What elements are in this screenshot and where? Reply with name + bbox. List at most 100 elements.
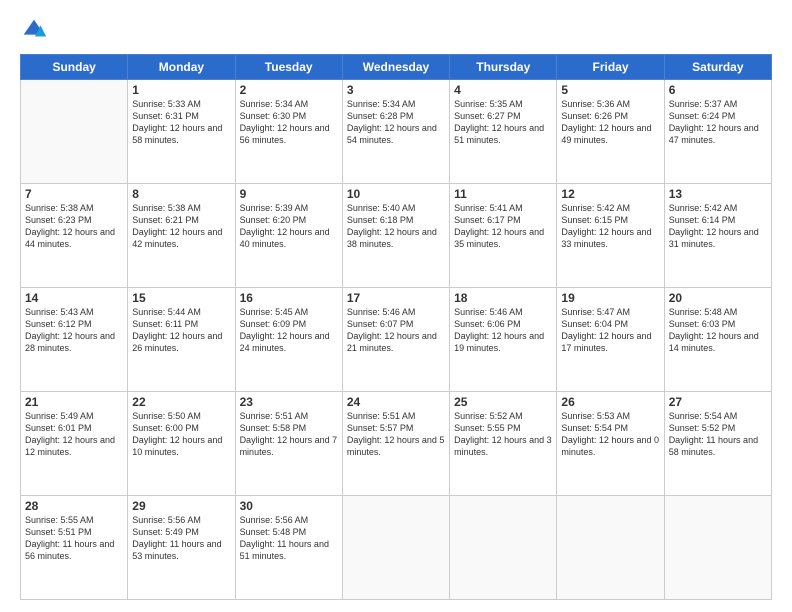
day-cell: 13Sunrise: 5:42 AMSunset: 6:14 PMDayligh… bbox=[664, 184, 771, 288]
day-info: Sunrise: 5:54 AMSunset: 5:52 PMDaylight:… bbox=[669, 410, 767, 459]
day-info: Sunrise: 5:44 AMSunset: 6:11 PMDaylight:… bbox=[132, 306, 230, 355]
day-info: Sunrise: 5:47 AMSunset: 6:04 PMDaylight:… bbox=[561, 306, 659, 355]
day-cell: 29Sunrise: 5:56 AMSunset: 5:49 PMDayligh… bbox=[128, 496, 235, 600]
week-row-4: 21Sunrise: 5:49 AMSunset: 6:01 PMDayligh… bbox=[21, 392, 772, 496]
day-info: Sunrise: 5:36 AMSunset: 6:26 PMDaylight:… bbox=[561, 98, 659, 147]
day-number: 13 bbox=[669, 187, 767, 201]
day-cell bbox=[664, 496, 771, 600]
day-info: Sunrise: 5:46 AMSunset: 6:07 PMDaylight:… bbox=[347, 306, 445, 355]
day-cell bbox=[21, 80, 128, 184]
day-number: 15 bbox=[132, 291, 230, 305]
day-info: Sunrise: 5:39 AMSunset: 6:20 PMDaylight:… bbox=[240, 202, 338, 251]
week-row-1: 1Sunrise: 5:33 AMSunset: 6:31 PMDaylight… bbox=[21, 80, 772, 184]
day-info: Sunrise: 5:37 AMSunset: 6:24 PMDaylight:… bbox=[669, 98, 767, 147]
day-number: 1 bbox=[132, 83, 230, 97]
day-info: Sunrise: 5:41 AMSunset: 6:17 PMDaylight:… bbox=[454, 202, 552, 251]
page: SundayMondayTuesdayWednesdayThursdayFrid… bbox=[0, 0, 792, 612]
day-number: 5 bbox=[561, 83, 659, 97]
day-info: Sunrise: 5:40 AMSunset: 6:18 PMDaylight:… bbox=[347, 202, 445, 251]
day-cell: 22Sunrise: 5:50 AMSunset: 6:00 PMDayligh… bbox=[128, 392, 235, 496]
weekday-header-sunday: Sunday bbox=[21, 55, 128, 80]
day-info: Sunrise: 5:52 AMSunset: 5:55 PMDaylight:… bbox=[454, 410, 552, 459]
day-number: 27 bbox=[669, 395, 767, 409]
day-info: Sunrise: 5:55 AMSunset: 5:51 PMDaylight:… bbox=[25, 514, 123, 563]
day-cell: 11Sunrise: 5:41 AMSunset: 6:17 PMDayligh… bbox=[450, 184, 557, 288]
day-cell: 14Sunrise: 5:43 AMSunset: 6:12 PMDayligh… bbox=[21, 288, 128, 392]
day-number: 19 bbox=[561, 291, 659, 305]
day-info: Sunrise: 5:34 AMSunset: 6:30 PMDaylight:… bbox=[240, 98, 338, 147]
day-number: 3 bbox=[347, 83, 445, 97]
day-info: Sunrise: 5:38 AMSunset: 6:23 PMDaylight:… bbox=[25, 202, 123, 251]
day-info: Sunrise: 5:51 AMSunset: 5:58 PMDaylight:… bbox=[240, 410, 338, 459]
day-cell: 12Sunrise: 5:42 AMSunset: 6:15 PMDayligh… bbox=[557, 184, 664, 288]
day-number: 18 bbox=[454, 291, 552, 305]
day-cell: 21Sunrise: 5:49 AMSunset: 6:01 PMDayligh… bbox=[21, 392, 128, 496]
day-cell: 17Sunrise: 5:46 AMSunset: 6:07 PMDayligh… bbox=[342, 288, 449, 392]
day-number: 26 bbox=[561, 395, 659, 409]
day-info: Sunrise: 5:34 AMSunset: 6:28 PMDaylight:… bbox=[347, 98, 445, 147]
day-number: 23 bbox=[240, 395, 338, 409]
day-cell: 1Sunrise: 5:33 AMSunset: 6:31 PMDaylight… bbox=[128, 80, 235, 184]
day-cell: 27Sunrise: 5:54 AMSunset: 5:52 PMDayligh… bbox=[664, 392, 771, 496]
day-number: 7 bbox=[25, 187, 123, 201]
day-number: 29 bbox=[132, 499, 230, 513]
day-info: Sunrise: 5:49 AMSunset: 6:01 PMDaylight:… bbox=[25, 410, 123, 459]
day-number: 28 bbox=[25, 499, 123, 513]
day-info: Sunrise: 5:56 AMSunset: 5:48 PMDaylight:… bbox=[240, 514, 338, 563]
day-info: Sunrise: 5:43 AMSunset: 6:12 PMDaylight:… bbox=[25, 306, 123, 355]
day-cell: 3Sunrise: 5:34 AMSunset: 6:28 PMDaylight… bbox=[342, 80, 449, 184]
day-number: 30 bbox=[240, 499, 338, 513]
week-row-3: 14Sunrise: 5:43 AMSunset: 6:12 PMDayligh… bbox=[21, 288, 772, 392]
weekday-header-friday: Friday bbox=[557, 55, 664, 80]
day-cell: 23Sunrise: 5:51 AMSunset: 5:58 PMDayligh… bbox=[235, 392, 342, 496]
day-cell: 5Sunrise: 5:36 AMSunset: 6:26 PMDaylight… bbox=[557, 80, 664, 184]
day-info: Sunrise: 5:50 AMSunset: 6:00 PMDaylight:… bbox=[132, 410, 230, 459]
day-info: Sunrise: 5:45 AMSunset: 6:09 PMDaylight:… bbox=[240, 306, 338, 355]
day-info: Sunrise: 5:38 AMSunset: 6:21 PMDaylight:… bbox=[132, 202, 230, 251]
day-number: 25 bbox=[454, 395, 552, 409]
day-number: 11 bbox=[454, 187, 552, 201]
header bbox=[20, 16, 772, 44]
day-cell: 6Sunrise: 5:37 AMSunset: 6:24 PMDaylight… bbox=[664, 80, 771, 184]
day-number: 20 bbox=[669, 291, 767, 305]
day-number: 6 bbox=[669, 83, 767, 97]
day-cell: 28Sunrise: 5:55 AMSunset: 5:51 PMDayligh… bbox=[21, 496, 128, 600]
day-cell: 30Sunrise: 5:56 AMSunset: 5:48 PMDayligh… bbox=[235, 496, 342, 600]
day-info: Sunrise: 5:48 AMSunset: 6:03 PMDaylight:… bbox=[669, 306, 767, 355]
day-cell: 25Sunrise: 5:52 AMSunset: 5:55 PMDayligh… bbox=[450, 392, 557, 496]
day-cell: 9Sunrise: 5:39 AMSunset: 6:20 PMDaylight… bbox=[235, 184, 342, 288]
calendar: SundayMondayTuesdayWednesdayThursdayFrid… bbox=[20, 54, 772, 600]
day-info: Sunrise: 5:33 AMSunset: 6:31 PMDaylight:… bbox=[132, 98, 230, 147]
day-number: 14 bbox=[25, 291, 123, 305]
week-row-2: 7Sunrise: 5:38 AMSunset: 6:23 PMDaylight… bbox=[21, 184, 772, 288]
day-cell: 8Sunrise: 5:38 AMSunset: 6:21 PMDaylight… bbox=[128, 184, 235, 288]
day-info: Sunrise: 5:42 AMSunset: 6:15 PMDaylight:… bbox=[561, 202, 659, 251]
day-cell: 26Sunrise: 5:53 AMSunset: 5:54 PMDayligh… bbox=[557, 392, 664, 496]
day-number: 16 bbox=[240, 291, 338, 305]
logo bbox=[20, 16, 52, 44]
week-row-5: 28Sunrise: 5:55 AMSunset: 5:51 PMDayligh… bbox=[21, 496, 772, 600]
day-cell: 10Sunrise: 5:40 AMSunset: 6:18 PMDayligh… bbox=[342, 184, 449, 288]
day-number: 2 bbox=[240, 83, 338, 97]
day-cell: 24Sunrise: 5:51 AMSunset: 5:57 PMDayligh… bbox=[342, 392, 449, 496]
day-cell: 16Sunrise: 5:45 AMSunset: 6:09 PMDayligh… bbox=[235, 288, 342, 392]
day-info: Sunrise: 5:42 AMSunset: 6:14 PMDaylight:… bbox=[669, 202, 767, 251]
day-cell: 2Sunrise: 5:34 AMSunset: 6:30 PMDaylight… bbox=[235, 80, 342, 184]
day-info: Sunrise: 5:51 AMSunset: 5:57 PMDaylight:… bbox=[347, 410, 445, 459]
weekday-header-monday: Monday bbox=[128, 55, 235, 80]
day-number: 21 bbox=[25, 395, 123, 409]
weekday-header-thursday: Thursday bbox=[450, 55, 557, 80]
day-number: 10 bbox=[347, 187, 445, 201]
day-info: Sunrise: 5:35 AMSunset: 6:27 PMDaylight:… bbox=[454, 98, 552, 147]
day-cell: 18Sunrise: 5:46 AMSunset: 6:06 PMDayligh… bbox=[450, 288, 557, 392]
day-number: 9 bbox=[240, 187, 338, 201]
day-cell: 19Sunrise: 5:47 AMSunset: 6:04 PMDayligh… bbox=[557, 288, 664, 392]
day-cell: 20Sunrise: 5:48 AMSunset: 6:03 PMDayligh… bbox=[664, 288, 771, 392]
day-cell: 4Sunrise: 5:35 AMSunset: 6:27 PMDaylight… bbox=[450, 80, 557, 184]
day-number: 8 bbox=[132, 187, 230, 201]
weekday-header-saturday: Saturday bbox=[664, 55, 771, 80]
day-cell bbox=[557, 496, 664, 600]
day-cell: 7Sunrise: 5:38 AMSunset: 6:23 PMDaylight… bbox=[21, 184, 128, 288]
day-cell: 15Sunrise: 5:44 AMSunset: 6:11 PMDayligh… bbox=[128, 288, 235, 392]
logo-icon bbox=[20, 16, 48, 44]
